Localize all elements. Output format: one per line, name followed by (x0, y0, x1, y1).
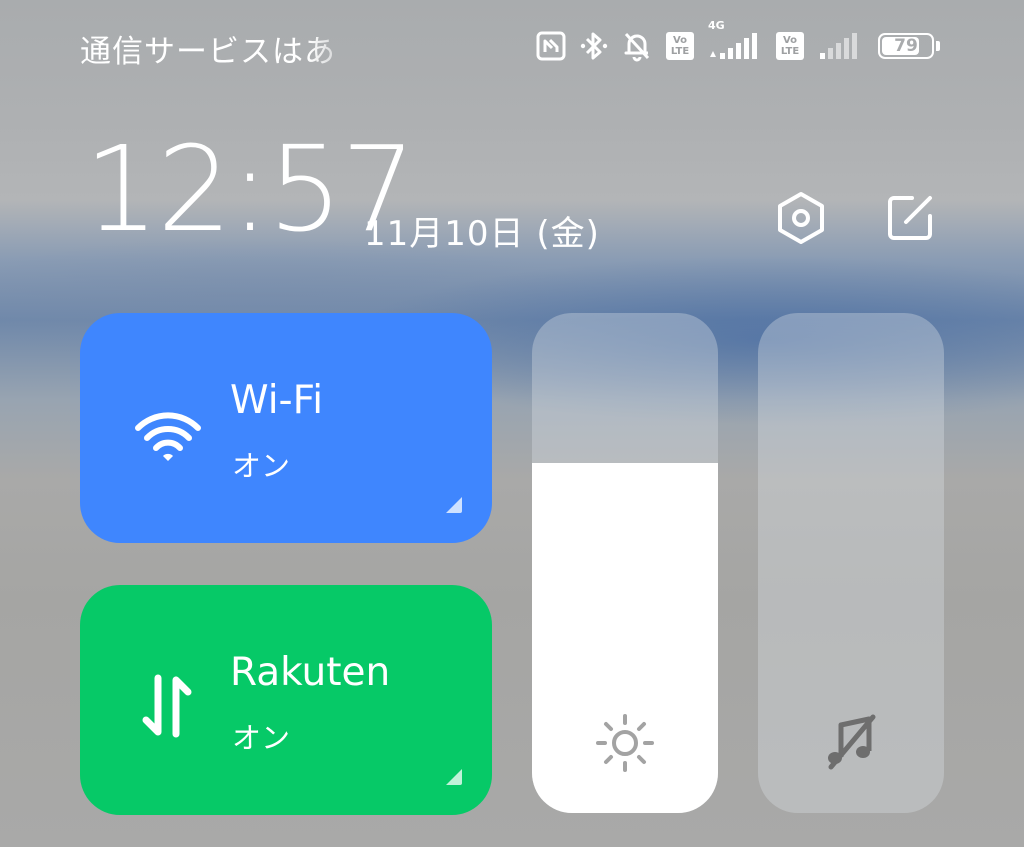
sun-icon (595, 713, 655, 773)
signal-icon: 4G (708, 19, 762, 61)
wifi-status: オン (232, 449, 291, 483)
mobile-data-title: Rakuten (230, 650, 391, 695)
bluetooth-icon (580, 30, 608, 62)
battery-level: 79 (894, 36, 918, 56)
signal-icon (818, 31, 864, 61)
music-muted-icon (821, 713, 881, 773)
settings-hexagon-icon[interactable] (773, 190, 829, 246)
wifi-tile[interactable]: Wi-Fi オン (80, 313, 492, 543)
brightness-slider[interactable] (532, 313, 718, 813)
mobile-data-status: オン (232, 721, 291, 755)
mobile-data-tile[interactable]: Rakuten オン (80, 585, 492, 815)
wifi-icon (132, 398, 204, 470)
battery-nub (936, 41, 940, 51)
carrier-text: 通信サービスはあ (80, 34, 336, 70)
network-type: 4G (708, 19, 725, 32)
mobile-data-arrows-icon (132, 670, 204, 742)
expand-corner-icon[interactable] (444, 767, 462, 785)
volume-slider[interactable] (758, 313, 944, 813)
status-bar: 通信サービスはあ Vo LTE 4G Vo LTE 79 (0, 0, 1024, 92)
bell-off-icon (622, 30, 652, 62)
battery-icon: 79 (878, 33, 940, 59)
volte-icon: Vo LTE (666, 32, 694, 60)
nfc-icon (536, 31, 566, 61)
volte-icon: Vo LTE (776, 32, 804, 60)
expand-corner-icon[interactable] (444, 495, 462, 513)
wifi-title: Wi-Fi (230, 378, 324, 423)
status-icons: Vo LTE 4G Vo LTE 79 (536, 19, 942, 64)
date-text[interactable]: 11月10日 (金) (364, 206, 600, 255)
edit-icon[interactable] (882, 190, 938, 246)
